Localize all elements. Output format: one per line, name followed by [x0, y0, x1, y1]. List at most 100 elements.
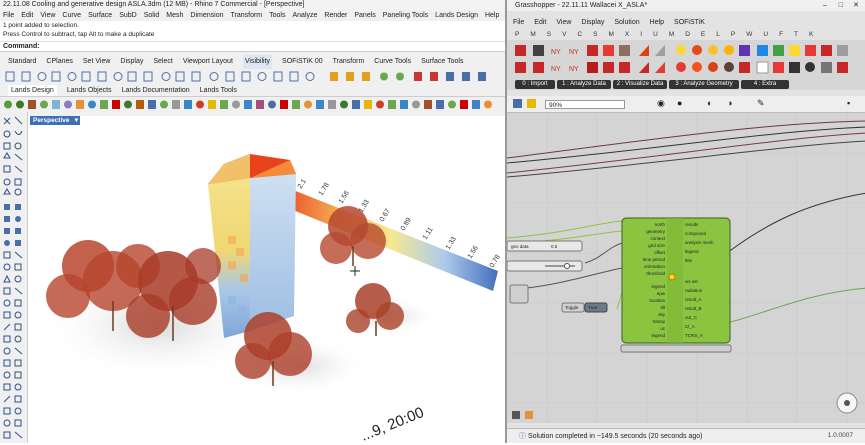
menu-edit[interactable]: Edit [21, 10, 33, 21]
gh-menu-file[interactable]: File [513, 17, 524, 28]
svg-text:transp: transp [652, 319, 665, 324]
gh-category-tab[interactable]: K [809, 30, 813, 40]
info-icon: ⓘ [519, 433, 526, 440]
menu-transform[interactable]: Transform [231, 10, 263, 21]
gh-category-tab[interactable]: U [653, 30, 658, 40]
lands-toolbar-icons[interactable] [0, 97, 505, 112]
gh-analysis-component [620, 217, 732, 353]
tab-transform[interactable]: Transform [333, 55, 365, 69]
gh-category-tab[interactable]: E [701, 30, 705, 40]
menu-solid[interactable]: Solid [144, 10, 160, 21]
gh-category-tab[interactable]: F [779, 30, 783, 40]
group-analyze-data[interactable]: 1 : Analyze Data [557, 80, 611, 89]
eye-icon[interactable]: ◉ [657, 98, 665, 109]
gh-menu-sofistik[interactable]: SOFiSTiK [674, 17, 705, 28]
menu-mesh[interactable]: Mesh [166, 10, 183, 21]
svg-text:uc: uc [660, 326, 666, 331]
menu-help[interactable]: Help [485, 10, 499, 21]
gh-category-tab[interactable]: X [625, 30, 629, 40]
viewport-tab[interactable]: Perspective ▾ [30, 116, 80, 125]
tab-cplanes[interactable]: CPlanes [46, 55, 72, 69]
tab-select[interactable]: Select [153, 55, 172, 69]
history-line: 1 point added to selection. [3, 22, 79, 29]
gh-category-tab[interactable]: M [530, 30, 535, 40]
gh-version: 1.0.0007 [827, 432, 853, 439]
gh-menu-help[interactable]: Help [650, 17, 664, 28]
gh-menu-solution[interactable]: Solution [614, 17, 639, 28]
tab-curve-tools[interactable]: Curve Tools [374, 55, 411, 69]
gh-menu-edit[interactable]: Edit [534, 17, 546, 28]
gh-category-tab[interactable]: I [640, 30, 642, 40]
open-icon[interactable] [527, 99, 536, 108]
tab-lands-design[interactable]: Lands Design [8, 85, 57, 96]
gh-category-tab[interactable]: W [746, 30, 752, 40]
group-extra[interactable]: 4 : Extra [741, 80, 789, 89]
rhino-menu-bar: File Edit View Curve Surface SubD Solid … [0, 10, 505, 21]
group-analyze-geometry[interactable]: 3 : Analyze Geometry [669, 80, 739, 89]
side-toolbar-icons[interactable] [0, 112, 27, 443]
sketch-icon[interactable]: ✎ [757, 98, 765, 109]
gh-category-tab[interactable]: M [609, 30, 614, 40]
preview-wireframe-icon[interactable]: ◐ [707, 98, 712, 108]
menu-paneling-tools[interactable]: Paneling Tools [383, 10, 428, 21]
tab-lands-objects[interactable]: Lands Objects [67, 85, 112, 96]
menu-panels[interactable]: Panels [354, 10, 375, 21]
menu-view[interactable]: View [40, 10, 55, 21]
tab-surface-tools[interactable]: Surface Tools [421, 55, 463, 69]
menu-surface[interactable]: Surface [88, 10, 112, 21]
tab-lands-tools[interactable]: Lands Tools [200, 85, 237, 96]
render-icon[interactable]: ◑ [727, 98, 732, 108]
tab-standard[interactable]: Standard [8, 55, 36, 69]
perspective-viewport[interactable]: 2.1 1.78 1.56 1.33 0.67 0.89 1.11 1.33 1… [28, 116, 505, 443]
gh-category-tab[interactable]: S [593, 30, 597, 40]
navigation-compass-icon [836, 392, 858, 414]
menu-render[interactable]: Render [324, 10, 347, 21]
gh-category-tab[interactable]: C [577, 30, 582, 40]
group-import[interactable]: 0 : Import [515, 80, 555, 89]
menu-file[interactable]: File [3, 10, 14, 21]
chevron-down-icon[interactable]: ▾ [75, 116, 80, 125]
close-icon[interactable]: ✕ [853, 0, 859, 11]
gh-category-tab[interactable]: U [763, 30, 768, 40]
menu-lands-design[interactable]: Lands Design [435, 10, 478, 21]
gh-category-tab[interactable]: M [669, 30, 674, 40]
menu-subd[interactable]: SubD [119, 10, 137, 21]
svg-text:NY: NY [551, 66, 561, 73]
command-line[interactable]: Command: [0, 41, 505, 52]
gh-category-tab[interactable]: L [716, 30, 720, 40]
svg-text:orientation: orientation [644, 264, 666, 269]
gh-component-icons[interactable]: NY NY NY NY [507, 40, 865, 80]
gh-category-tab[interactable]: P [515, 30, 519, 40]
toolbar-icons[interactable] [0, 69, 505, 84]
toolbar-tabs: Standard CPlanes Set View Display Select… [0, 55, 505, 69]
gh-canvas[interactable]: geo data 0.5 Toggle True north geometry … [507, 113, 865, 423]
svg-text:results: results [685, 222, 699, 227]
tab-lands-documentation[interactable]: Lands Documentation [122, 85, 190, 96]
tab-sofistik[interactable]: SOFiSTiK 00 [282, 55, 323, 69]
preview-mode-icon[interactable]: ● [677, 98, 682, 108]
group-visualize-data[interactable]: 2 : Visualize Data [613, 80, 667, 89]
gh-category-tab[interactable]: S [547, 30, 551, 40]
minimize-icon[interactable]: – [823, 0, 827, 11]
gh-category-tab[interactable]: T [794, 30, 798, 40]
save-icon[interactable] [513, 99, 522, 108]
gh-category-tab[interactable]: V [562, 30, 566, 40]
gh-category-tab[interactable]: D [685, 30, 690, 40]
svg-text:title: title [685, 258, 693, 263]
tab-visibility[interactable]: Visibility [242, 55, 273, 69]
cursor-icon [350, 266, 360, 276]
tab-viewport-layout[interactable]: Viewport Layout [183, 55, 233, 69]
menu-curve[interactable]: Curve [62, 10, 81, 21]
maximize-icon[interactable]: □ [839, 0, 843, 11]
gh-category-tab[interactable]: P [731, 30, 735, 40]
tab-set-view[interactable]: Set View [83, 55, 111, 69]
tab-display[interactable]: Display [120, 55, 143, 69]
menu-dimension[interactable]: Dimension [190, 10, 223, 21]
gh-menu-view[interactable]: View [556, 17, 571, 28]
gh-menu-display[interactable]: Display [581, 17, 604, 28]
svg-text:geometry: geometry [646, 229, 666, 234]
menu-tools[interactable]: Tools [269, 10, 285, 21]
zoom-dropdown[interactable]: 90% [545, 100, 625, 109]
settings-icon[interactable]: ▪ [847, 98, 850, 108]
menu-analyze[interactable]: Analyze [292, 10, 317, 21]
